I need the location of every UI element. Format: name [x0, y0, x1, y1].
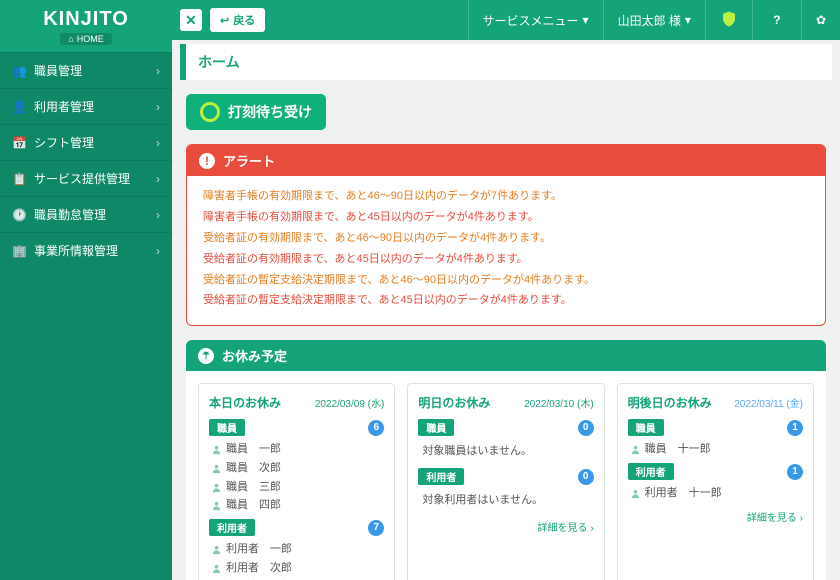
shield-icon-button[interactable]: [705, 0, 752, 40]
home-icon: ⌂: [68, 34, 73, 44]
alert-item[interactable]: 受給者証の暫定支給決定期限まで、あと45日以内のデータが4件あります。: [203, 290, 809, 311]
nav-icon: 👤: [12, 100, 26, 114]
nav-icon: 🕐: [12, 208, 26, 222]
page-title: ホーム: [180, 44, 832, 80]
section-user-label: 利用者: [209, 519, 255, 536]
empty-message: 対象職員はいません。: [418, 440, 593, 464]
day-date: 2022/03/11 (金): [734, 395, 803, 410]
help-button[interactable]: ?: [752, 0, 801, 40]
holiday-icon: [198, 348, 214, 364]
sidebar-item-2[interactable]: 📅 シフト管理 ›: [0, 124, 172, 160]
user-menu-dropdown[interactable]: 山田太郎 様▾: [603, 0, 705, 40]
day-card-1: 明日のお休み 2022/03/10 (木) 職員 0 対象職員はいません。利用者 0 対象利…: [407, 383, 604, 580]
alert-panel: !アラート 障害者手帳の有効期限まで、あと46〜90日以内のデータが7件あります…: [186, 144, 826, 326]
gear-icon: ✿: [816, 13, 826, 27]
sidebar: KINJITO ⌂HOME 👥 職員管理 › 👤 利用者管理 › 📅 シフト管理 › 📋 サービス提…: [0, 0, 172, 580]
nav-icon: 📅: [12, 136, 26, 150]
day-card-2: 明後日のお休み 2022/03/11 (金) 職員 1 職員 十一郎利用者 1 利用者 十一…: [617, 383, 814, 580]
user-count-badge: 1: [787, 464, 803, 480]
sidebar-item-3[interactable]: 📋 サービス提供管理 ›: [0, 160, 172, 196]
empty-message: 対象利用者はいません。: [418, 489, 593, 513]
alert-header: !アラート: [187, 145, 825, 176]
section-user-label: 利用者: [628, 463, 674, 480]
sidebar-item-5[interactable]: 🏢 事業所情報管理 ›: [0, 232, 172, 268]
day-title: 本日のお休み: [209, 394, 281, 411]
chevron-right-icon: ›: [156, 208, 160, 222]
list-item: 職員 三郎: [211, 478, 384, 497]
sidebar-item-4[interactable]: 🕐 職員勤怠管理 ›: [0, 196, 172, 232]
alert-item[interactable]: 受給者証の暫定支給決定期限まで、あと46〜90日以内のデータが4件あります。: [203, 270, 809, 291]
close-button[interactable]: ✕: [180, 9, 202, 31]
chevron-right-icon: ›: [156, 244, 160, 258]
day-title: 明後日のお休み: [628, 394, 712, 411]
ring-icon: [200, 102, 220, 122]
help-icon: ?: [767, 10, 787, 30]
user-count-badge: 0: [578, 469, 594, 485]
list-item: 利用者 次郎: [211, 559, 384, 578]
day-date: 2022/03/10 (木): [524, 395, 594, 410]
chevron-right-icon: ›: [156, 64, 160, 78]
section-staff-label: 職員: [209, 419, 245, 436]
chevron-down-icon: ▾: [583, 13, 589, 27]
holiday-panel: お休み予定 本日のお休み2022/03/09 (水)職員6職員 一郎職員 次郎職…: [186, 340, 826, 580]
nav-icon: 🏢: [12, 244, 26, 258]
alert-item[interactable]: 障害者手帳の有効期限まで、あと45日以内のデータが4件あります。: [203, 207, 809, 228]
nav-label: 利用者管理: [34, 98, 94, 115]
nav-icon: 📋: [12, 172, 26, 186]
holiday-header: お休み予定: [186, 340, 826, 371]
logo-text: KINJITO: [43, 8, 129, 31]
day-card-0: 本日のお休み 2022/03/09 (水) 職員 6 職員 一郎職員 次郎職員 三郎職員…: [198, 383, 395, 580]
nav-label: サービス提供管理: [34, 170, 130, 187]
section-staff-label: 職員: [628, 419, 664, 436]
detail-link[interactable]: 詳細を見る ›: [628, 509, 803, 524]
stamp-button[interactable]: 打刻待ち受け: [186, 94, 326, 130]
alert-item[interactable]: 障害者手帳の有効期限まで、あと46〜90日以内のデータが7件あります。: [203, 186, 809, 207]
nav-label: シフト管理: [34, 134, 94, 151]
user-count-badge: 7: [368, 520, 384, 536]
service-menu-dropdown[interactable]: サービスメニュー▾: [468, 0, 603, 40]
alert-icon: !: [199, 153, 215, 169]
staff-count-badge: 0: [578, 420, 594, 436]
logo[interactable]: KINJITO ⌂HOME: [0, 0, 172, 52]
staff-count-badge: 6: [368, 420, 384, 436]
section-user-label: 利用者: [418, 468, 464, 485]
settings-button[interactable]: ✿: [801, 0, 840, 40]
chevron-right-icon: ›: [156, 100, 160, 114]
list-item: 職員 次郎: [211, 459, 384, 478]
chevron-right-icon: ›: [156, 172, 160, 186]
chevron-down-icon: ▾: [685, 13, 691, 27]
list-item: 職員 一郎: [211, 440, 384, 459]
sidebar-item-0[interactable]: 👥 職員管理 ›: [0, 52, 172, 88]
alert-item[interactable]: 受給者証の有効期限まで、あと45日以内のデータが4件あります。: [203, 249, 809, 270]
list-item: 職員 十一郎: [630, 440, 803, 459]
chevron-right-icon: ›: [156, 136, 160, 150]
list-item: 職員 四郎: [211, 496, 384, 515]
back-arrow-icon: ↩: [220, 14, 229, 27]
detail-link[interactable]: 詳細を見る ›: [418, 519, 593, 534]
sidebar-item-1[interactable]: 👤 利用者管理 ›: [0, 88, 172, 124]
back-button[interactable]: ↩戻る: [210, 8, 265, 32]
nav-icon: 👥: [12, 64, 26, 78]
list-item: 利用者 一郎: [211, 540, 384, 559]
main-content: ホーム 打刻待ち受け !アラート 障害者手帳の有効期限まで、あと46〜90日以内…: [172, 40, 840, 580]
alert-item[interactable]: 受給者証の有効期限まで、あと46〜90日以内のデータが4件あります。: [203, 228, 809, 249]
home-badge: ⌂HOME: [60, 33, 111, 45]
day-date: 2022/03/09 (水): [315, 395, 385, 410]
staff-count-badge: 1: [787, 420, 803, 436]
nav-label: 職員管理: [34, 62, 82, 79]
day-title: 明日のお休み: [418, 394, 490, 411]
list-item: 利用者 十一郎: [630, 484, 803, 503]
section-staff-label: 職員: [418, 419, 454, 436]
nav-label: 職員勤怠管理: [34, 206, 106, 223]
shield-icon: [720, 10, 738, 31]
nav-label: 事業所情報管理: [34, 242, 118, 259]
